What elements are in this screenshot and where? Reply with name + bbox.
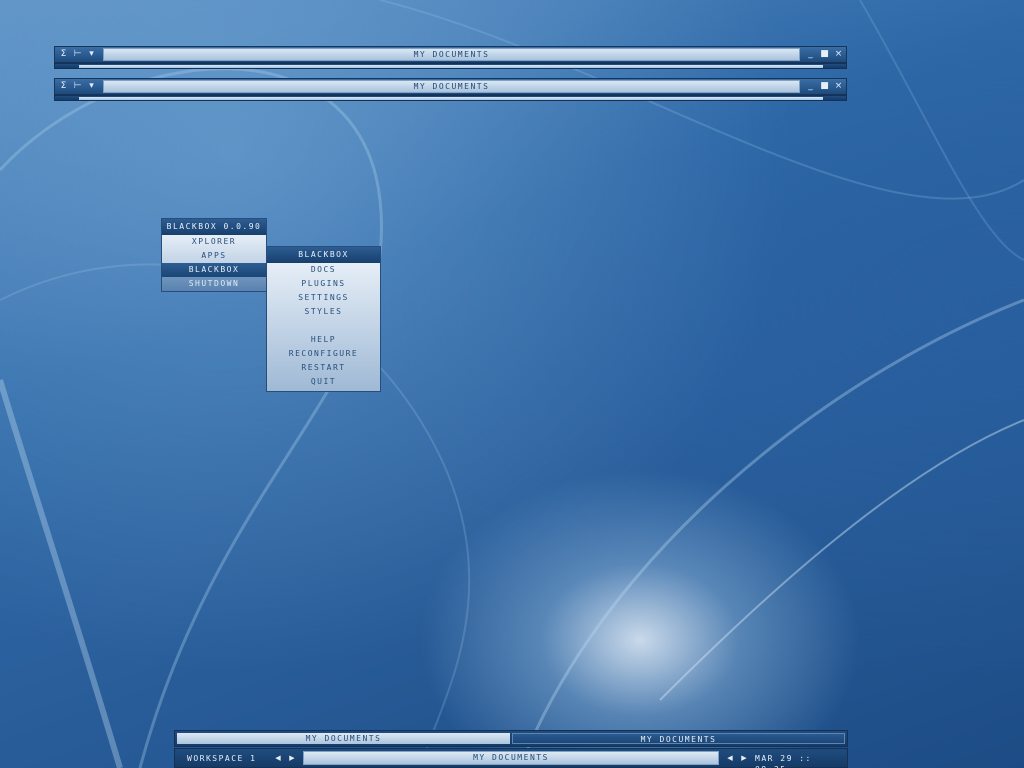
minimize-icon[interactable]: _: [804, 80, 817, 93]
task-button[interactable]: MY DOCUMENTS: [177, 733, 510, 744]
maximize-icon[interactable]: ■: [818, 80, 831, 93]
desktop-wallpaper: [0, 0, 1024, 768]
clock: MAR 29 :: 09:25: [755, 754, 812, 768]
window-title[interactable]: MY DOCUMENTS: [103, 48, 800, 61]
chevron-down-icon[interactable]: ▾: [85, 80, 98, 93]
menu-item-docs[interactable]: DOCS: [267, 263, 380, 277]
taskbar: MY DOCUMENTS MY DOCUMENTS: [174, 730, 848, 747]
menu-item-reconfigure[interactable]: RECONFIGURE: [267, 347, 380, 361]
root-menu: BLACKBOX 0.0.90 XPLORER APPS BLACKBOX SH…: [161, 218, 267, 292]
blackbox-submenu: BLACKBOX DOCS PLUGINS SETTINGS STYLES HE…: [266, 246, 381, 392]
menu-item-styles[interactable]: STYLES: [267, 305, 380, 319]
maximize-icon[interactable]: ■: [818, 48, 831, 61]
submenu-body: DOCS PLUGINS SETTINGS STYLES HELP RECONF…: [267, 263, 380, 391]
menu-separator: [267, 319, 380, 333]
sigma-icon[interactable]: Σ: [57, 48, 70, 61]
toolbar: WORKSPACE 1 ◀ ▶ MY DOCUMENTS ◀ ▶ MAR 29 …: [174, 748, 848, 768]
menu-item-xplorer[interactable]: XPLORER: [162, 235, 266, 249]
menu-item-settings[interactable]: SETTINGS: [267, 291, 380, 305]
menu-item-quit[interactable]: QUIT: [267, 375, 380, 389]
window-my-documents-2[interactable]: Σ ⊢ ▾ MY DOCUMENTS _ ■ ×: [54, 78, 847, 102]
window-titlebar[interactable]: Σ ⊢ ▾ MY DOCUMENTS _ ■ ×: [54, 78, 847, 95]
window-handle[interactable]: [54, 95, 847, 101]
window-titlebar[interactable]: Σ ⊢ ▾ MY DOCUMENTS _ ■ ×: [54, 46, 847, 63]
task-button-focused[interactable]: MY DOCUMENTS: [512, 733, 845, 744]
toolbar-window-label[interactable]: MY DOCUMENTS: [303, 751, 719, 765]
root-menu-title: BLACKBOX 0.0.90: [162, 219, 266, 235]
menu-item-plugins[interactable]: PLUGINS: [267, 277, 380, 291]
window-next-icon[interactable]: ▶: [739, 752, 749, 764]
menu-item-blackbox[interactable]: BLACKBOX: [162, 263, 266, 277]
window-title[interactable]: MY DOCUMENTS: [103, 80, 800, 93]
close-icon[interactable]: ×: [832, 80, 845, 93]
chevron-down-icon[interactable]: ▾: [85, 48, 98, 61]
menu-item-restart[interactable]: RESTART: [267, 361, 380, 375]
pin-icon[interactable]: ⊢: [71, 80, 84, 93]
root-menu-body: XPLORER APPS BLACKBOX SHUTDOWN: [162, 235, 266, 291]
workspace-prev-icon[interactable]: ◀: [273, 752, 283, 764]
workspace-label[interactable]: WORKSPACE 1: [187, 753, 256, 764]
pin-icon[interactable]: ⊢: [71, 48, 84, 61]
window-handle-bar: [79, 97, 823, 100]
window-my-documents-1[interactable]: Σ ⊢ ▾ MY DOCUMENTS _ ■ ×: [54, 46, 847, 70]
window-prev-icon[interactable]: ◀: [725, 752, 735, 764]
window-handle-bar: [79, 65, 823, 68]
menu-item-help[interactable]: HELP: [267, 333, 380, 347]
close-icon[interactable]: ×: [832, 48, 845, 61]
submenu-title: BLACKBOX: [267, 247, 380, 263]
window-handle[interactable]: [54, 63, 847, 69]
menu-item-apps[interactable]: APPS: [162, 249, 266, 263]
sigma-icon[interactable]: Σ: [57, 80, 70, 93]
minimize-icon[interactable]: _: [804, 48, 817, 61]
menu-item-shutdown[interactable]: SHUTDOWN: [162, 277, 266, 291]
workspace-next-icon[interactable]: ▶: [287, 752, 297, 764]
